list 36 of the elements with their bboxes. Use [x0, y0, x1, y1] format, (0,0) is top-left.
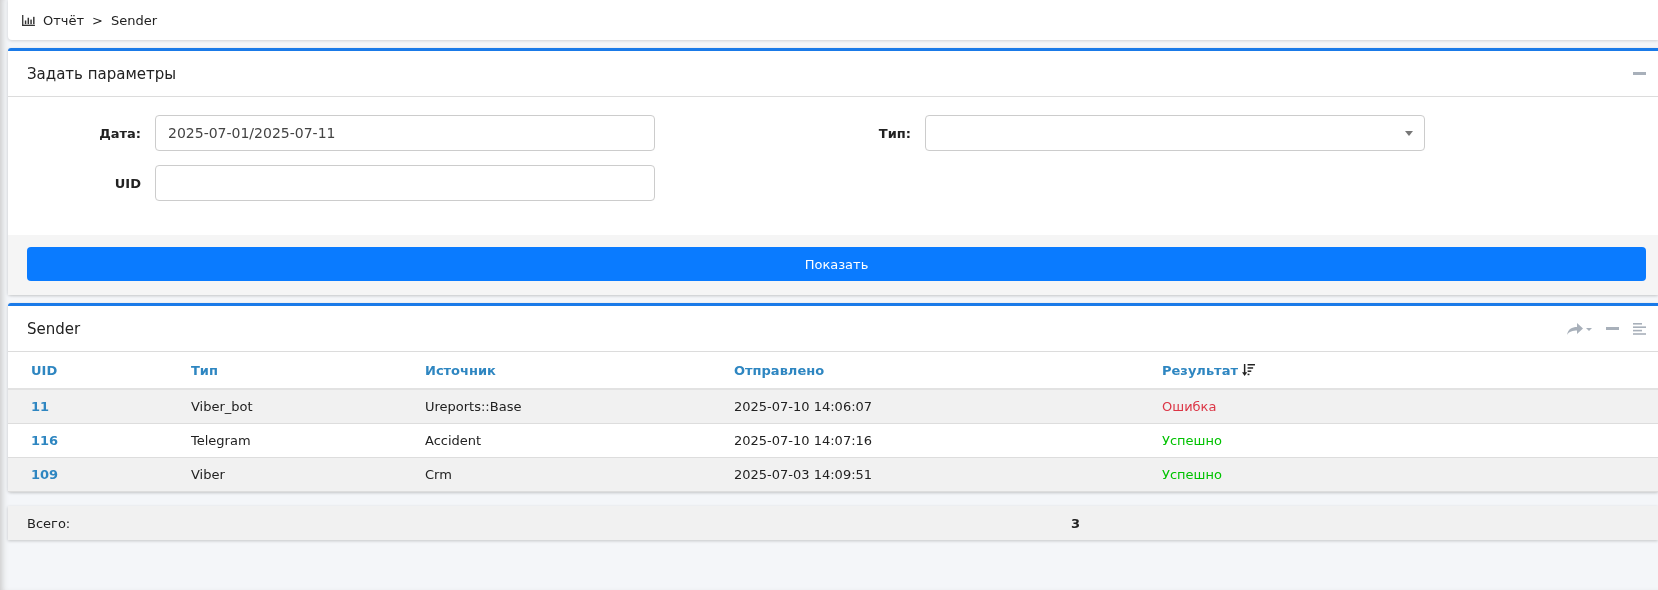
- table-cell: 2025-07-10 14:07:16: [734, 433, 873, 448]
- panel-title: Задать параметры: [27, 64, 178, 83]
- input-field[interactable]: [155, 165, 655, 201]
- total-value: 3: [1071, 515, 1081, 531]
- sort-icon[interactable]: [1241, 363, 1255, 376]
- total-label: Всего:: [27, 515, 72, 531]
- uid-link[interactable]: 109: [31, 467, 59, 482]
- table-cell: 2025-07-10 14:06:07: [734, 399, 873, 414]
- table-cell: Viber: [191, 467, 225, 482]
- field-label: UID: [113, 175, 142, 191]
- table-cell: Viber_bot: [191, 399, 253, 414]
- result-status: Успешно: [1162, 467, 1222, 482]
- uid-link[interactable]: 11: [31, 399, 50, 414]
- result-status: Успешно: [1162, 433, 1222, 448]
- table-cell: Accident: [425, 433, 482, 448]
- caret-icon: [1405, 131, 1413, 136]
- collapse-icon[interactable]: [1633, 72, 1646, 75]
- collapse-icon[interactable]: [1606, 327, 1619, 330]
- table-cell: Telegram: [191, 433, 251, 448]
- breadcrumb-item[interactable]: Sender: [110, 12, 158, 28]
- type-select[interactable]: [925, 115, 1425, 151]
- result-status: Ошибка: [1162, 399, 1217, 414]
- share-icon[interactable]: [1566, 321, 1592, 336]
- field-label: Дата:: [98, 125, 142, 141]
- table-cell: Crm: [425, 467, 452, 482]
- panel-title: Sender: [27, 319, 82, 338]
- show-button[interactable]: Показать: [27, 247, 1646, 281]
- uid-link[interactable]: 116: [31, 433, 59, 448]
- input-field[interactable]: 2025-07-01/2025-07-11: [155, 115, 655, 151]
- bar-chart-icon: [22, 14, 35, 26]
- breadcrumb-item[interactable]: Отчёт: [43, 12, 85, 28]
- field-label: Тип:: [877, 125, 912, 141]
- menu-icon[interactable]: [1633, 322, 1646, 335]
- breadcrumb-separator: >: [92, 12, 103, 28]
- table-cell: 2025-07-03 14:09:51: [734, 467, 873, 482]
- table-cell: Ureports::Base: [425, 399, 522, 414]
